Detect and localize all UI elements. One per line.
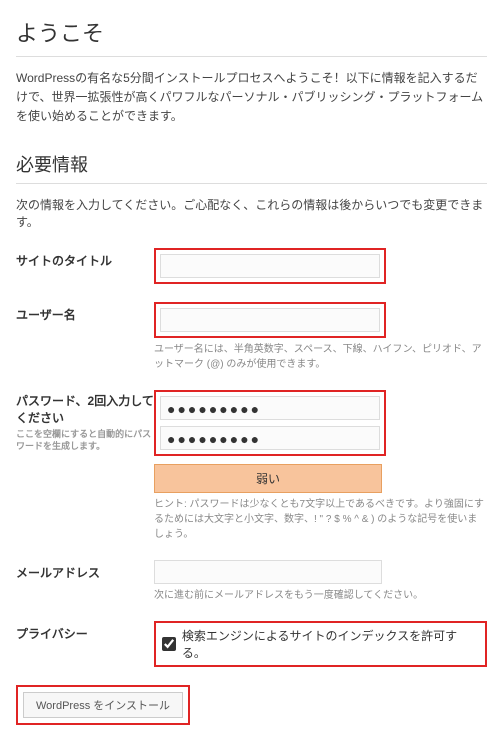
site-title-highlight — [154, 248, 386, 284]
email-input[interactable] — [154, 560, 382, 584]
email-label: メールアドレス — [16, 560, 154, 581]
username-hint: ユーザー名には、半角英数字、スペース、下線、ハイフン、ピリオド、アットマーク (… — [154, 342, 487, 372]
install-button[interactable]: WordPress をインストール — [23, 692, 183, 718]
password-sublabel: ここを空欄にすると自動的にパスワードを生成します。 — [16, 428, 154, 453]
password-highlight: ●●●●●●●●● ●●●●●●●●● — [154, 390, 386, 456]
password-input-1[interactable]: ●●●●●●●●● — [160, 396, 380, 420]
install-highlight: WordPress をインストール — [16, 685, 190, 725]
username-highlight — [154, 302, 386, 338]
privacy-checkbox-label: 検索エンジンによるサイトのインデックスを許可する。 — [182, 627, 479, 661]
privacy-highlight: 検索エンジンによるサイトのインデックスを許可する。 — [154, 621, 487, 667]
divider — [16, 183, 487, 184]
username-input[interactable] — [160, 308, 380, 332]
intro-text: WordPressの有名な5分間インストールプロセスへようこそ！以下に情報を記入… — [16, 69, 487, 127]
site-title-label: サイトのタイトル — [16, 248, 154, 269]
password-strength-meter: 弱い — [154, 464, 382, 493]
password-label: パスワード、2回入力してください — [16, 392, 154, 426]
password-input-2[interactable]: ●●●●●●●●● — [160, 426, 380, 450]
section-title: 必要情報 — [16, 151, 487, 177]
privacy-checkbox[interactable] — [162, 637, 176, 651]
email-hint: 次に進む前にメールアドレスをもう一度確認してください。 — [154, 588, 487, 603]
username-label: ユーザー名 — [16, 302, 154, 323]
site-title-input[interactable] — [160, 254, 380, 278]
section-desc: 次の情報を入力してください。ご心配なく、これらの情報は後からいつでも変更できます… — [16, 196, 487, 230]
page-title: ようこそ — [16, 16, 487, 48]
privacy-label: プライバシー — [16, 621, 154, 642]
password-hint: ヒント: パスワードは少なくとも7文字以上であるべきです。より強固にするためには… — [154, 497, 487, 542]
divider — [16, 56, 487, 57]
